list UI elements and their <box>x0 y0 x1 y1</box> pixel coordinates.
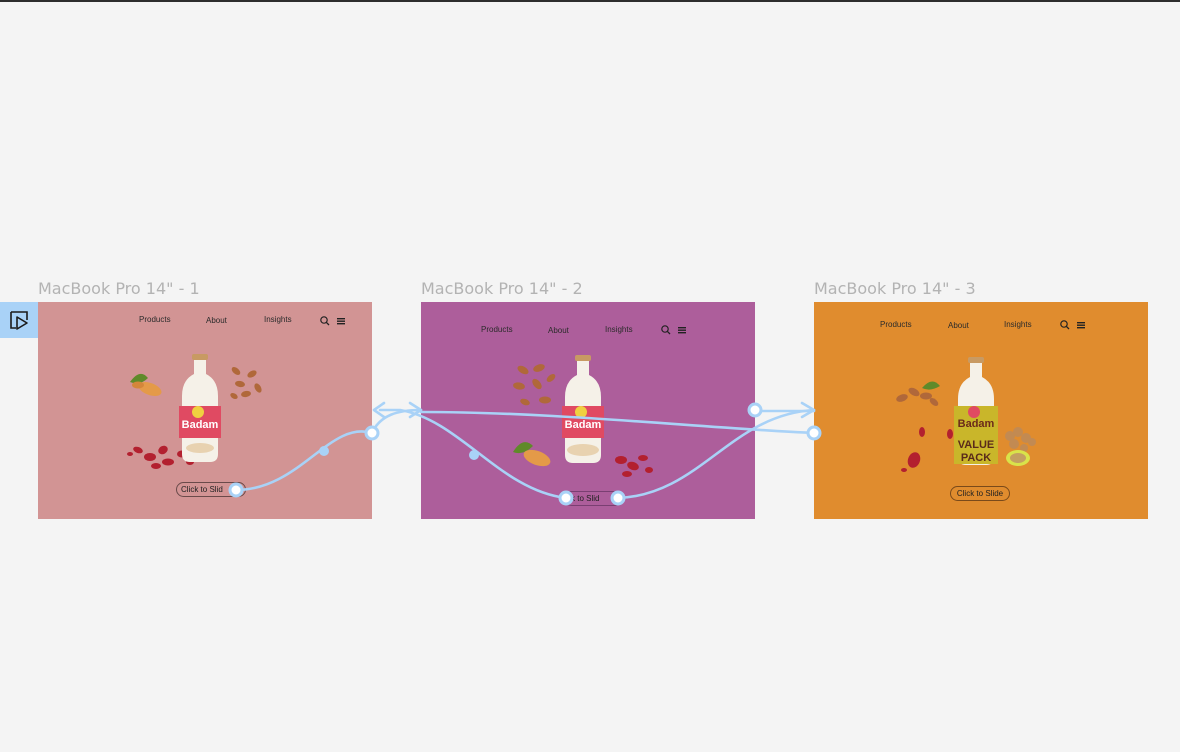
frame-label-2[interactable]: MacBook Pro 14" - 2 <box>421 279 583 298</box>
top-edge-bar <box>0 0 1180 2</box>
frame-label-3[interactable]: MacBook Pro 14" - 3 <box>814 279 976 298</box>
svg-text:Badam: Badam <box>565 419 602 431</box>
milk-bottle: Badam <box>179 354 221 462</box>
svg-text:PACK: PACK <box>961 452 991 464</box>
milk-bottle: Badam <box>562 355 604 463</box>
milk-bottle: Badam VALUE PACK <box>954 357 998 465</box>
svg-text:Badam: Badam <box>182 419 219 431</box>
click-to-slide-button[interactable]: Click to Slid <box>176 482 246 497</box>
artboard-3[interactable]: Products About Insights Badam VALUE PACK… <box>814 302 1148 519</box>
product-hero-image: Badam <box>513 355 653 477</box>
frame-label-1[interactable]: MacBook Pro 14" - 1 <box>38 279 200 298</box>
svg-text:VALUE: VALUE <box>958 439 994 451</box>
prototype-flow-start-icon <box>10 311 28 330</box>
click-to-slide-button[interactable]: ck to Slid <box>564 491 622 506</box>
click-to-slide-button[interactable]: Click to Slide <box>950 486 1010 501</box>
flow-start-badge[interactable] <box>0 302 38 338</box>
arrowhead-icon <box>372 401 386 419</box>
arrowhead-icon <box>800 401 816 419</box>
artboard-1[interactable]: Products About Insights Badam Click to S… <box>38 302 372 519</box>
svg-text:Badam: Badam <box>958 418 995 430</box>
artboard-2[interactable]: Products About Insights Badam ck to Slid <box>421 302 755 519</box>
arrowhead-icon <box>408 401 423 419</box>
